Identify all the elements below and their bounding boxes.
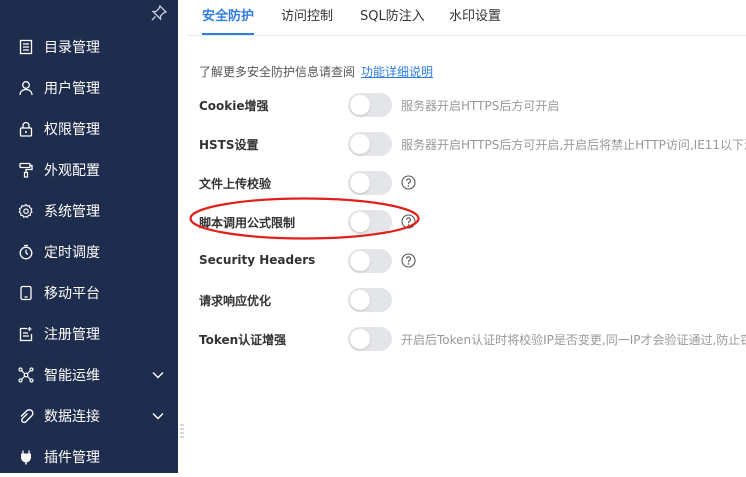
tab-sql-injection[interactable]: SQL防注入 xyxy=(360,0,425,34)
sidebar-item-label: 注册管理 xyxy=(44,326,100,343)
sidebar-item-users[interactable]: 用户管理 xyxy=(0,67,178,108)
sidebar-item-label: 插件管理 xyxy=(44,449,100,466)
setting-row-security-headers: Security Headers xyxy=(199,246,746,276)
setting-label: 文件上传校验 xyxy=(199,177,272,191)
setting-description: 服务器开启HTTPS后方可开启 xyxy=(401,99,560,113)
details-link[interactable]: 功能详细说明 xyxy=(361,65,433,79)
sidebar-item-label: 系统管理 xyxy=(44,203,100,220)
network-icon xyxy=(18,366,34,383)
response-optimization-toggle[interactable] xyxy=(348,288,392,312)
settings-panel: 了解更多安全防护信息请查阅 功能详细说明 Cookie增强 服务器开启HTTPS后… xyxy=(188,36,746,473)
tab-label: 水印设置 xyxy=(449,9,502,24)
setting-row-hsts: HSTS设置 服务器开启HTTPS后方可开启,开启后将禁止HTTP访问,IE11… xyxy=(199,129,746,159)
resize-handle[interactable] xyxy=(180,424,184,438)
token-auth-toggle[interactable] xyxy=(348,327,392,351)
paint-roller-icon xyxy=(19,162,33,178)
help-icon[interactable] xyxy=(401,175,416,190)
sidebar-item-permissions[interactable]: 权限管理 xyxy=(0,108,178,149)
gear-icon xyxy=(18,203,33,218)
sidebar-item-label: 智能运维 xyxy=(44,367,100,384)
upload-check-toggle[interactable] xyxy=(348,171,392,195)
tab-security[interactable]: 安全防护 xyxy=(202,0,255,35)
tab-access-control[interactable]: 访问控制 xyxy=(281,0,333,34)
sidebar-item-label: 权限管理 xyxy=(44,121,100,138)
tab-label: SQL防注入 xyxy=(360,9,425,24)
sidebar-item-appearance[interactable]: 外观配置 xyxy=(0,149,178,190)
sidebar-item-registration[interactable]: 注册管理 xyxy=(0,313,178,354)
sidebar-item-system[interactable]: 系统管理 xyxy=(0,190,178,231)
info-text: 了解更多安全防护信息请查阅 xyxy=(199,65,356,79)
sidebar-item-mobile[interactable]: 移动平台 xyxy=(0,272,178,313)
sidebar-item-label: 外观配置 xyxy=(44,162,100,179)
setting-row-token-auth: Token认证增强 开启后Token认证时将校验IP是否变更,同一IP才会验证通… xyxy=(199,324,746,354)
register-icon xyxy=(19,326,33,341)
lock-icon xyxy=(19,121,33,137)
security-headers-toggle[interactable] xyxy=(348,249,392,273)
chevron-down-icon[interactable] xyxy=(152,369,164,381)
setting-description: 服务器开启HTTPS后方可开启,开启后将禁止HTTP访问,IE11以下浏 xyxy=(401,138,746,152)
setting-label: 请求响应优化 xyxy=(199,294,272,308)
link-icon xyxy=(20,408,34,423)
catalog-icon xyxy=(19,39,33,54)
sidebar-item-data-connection[interactable]: 数据连接 xyxy=(0,395,178,436)
setting-label: HSTS设置 xyxy=(199,138,259,152)
plugin-icon xyxy=(21,450,31,464)
sidebar-item-label: 用户管理 xyxy=(44,80,100,97)
chevron-down-icon[interactable] xyxy=(152,410,164,422)
setting-label: Security Headers xyxy=(199,253,316,267)
tab-watermark[interactable]: 水印设置 xyxy=(449,0,501,34)
sidebar-item-ops[interactable]: 智能运维 xyxy=(0,354,178,395)
user-icon xyxy=(19,80,33,95)
hsts-toggle[interactable] xyxy=(348,132,392,156)
setting-label: Cookie增强 xyxy=(199,99,269,113)
sidebar-item-label: 数据连接 xyxy=(44,408,100,425)
tab-active-indicator xyxy=(202,33,255,35)
sidebar-item-label: 定时调度 xyxy=(44,244,100,261)
stopwatch-icon xyxy=(19,244,33,259)
setting-row-upload-check: 文件上传校验 xyxy=(199,168,746,198)
tab-label: 访问控制 xyxy=(281,9,334,24)
cookie-toggle[interactable] xyxy=(348,93,392,117)
tablet-icon xyxy=(20,285,32,300)
setting-row-cookie: Cookie增强 服务器开启HTTPS后方可开启 xyxy=(199,90,746,120)
setting-row-response-optimization: 请求响应优化 xyxy=(199,285,746,315)
help-icon[interactable] xyxy=(401,253,416,268)
tab-bar: 安全防护 访问控制 SQL防注入 水印设置 xyxy=(188,0,746,36)
annotation-highlight-ellipse xyxy=(189,197,420,240)
sidebar-item-plugins[interactable]: 插件管理 xyxy=(0,436,178,477)
sidebar-item-scheduler[interactable]: 定时调度 xyxy=(0,231,178,272)
sidebar: 目录管理 用户管理 权限管理 外观配置 系统管理 定时调度 移动平台 注册管理 … xyxy=(0,0,178,473)
pin-icon[interactable] xyxy=(151,5,167,21)
sidebar-item-catalog[interactable]: 目录管理 xyxy=(0,26,178,67)
info-line: 了解更多安全防护信息请查阅 功能详细说明 xyxy=(199,63,433,80)
setting-label: Token认证增强 xyxy=(199,333,287,347)
sidebar-item-label: 目录管理 xyxy=(44,39,100,56)
tab-label: 安全防护 xyxy=(202,9,255,24)
sidebar-item-label: 移动平台 xyxy=(44,285,100,302)
setting-description: 开启后Token认证时将校验IP是否变更,同一IP才会验证通过,防止窃 xyxy=(401,333,746,347)
